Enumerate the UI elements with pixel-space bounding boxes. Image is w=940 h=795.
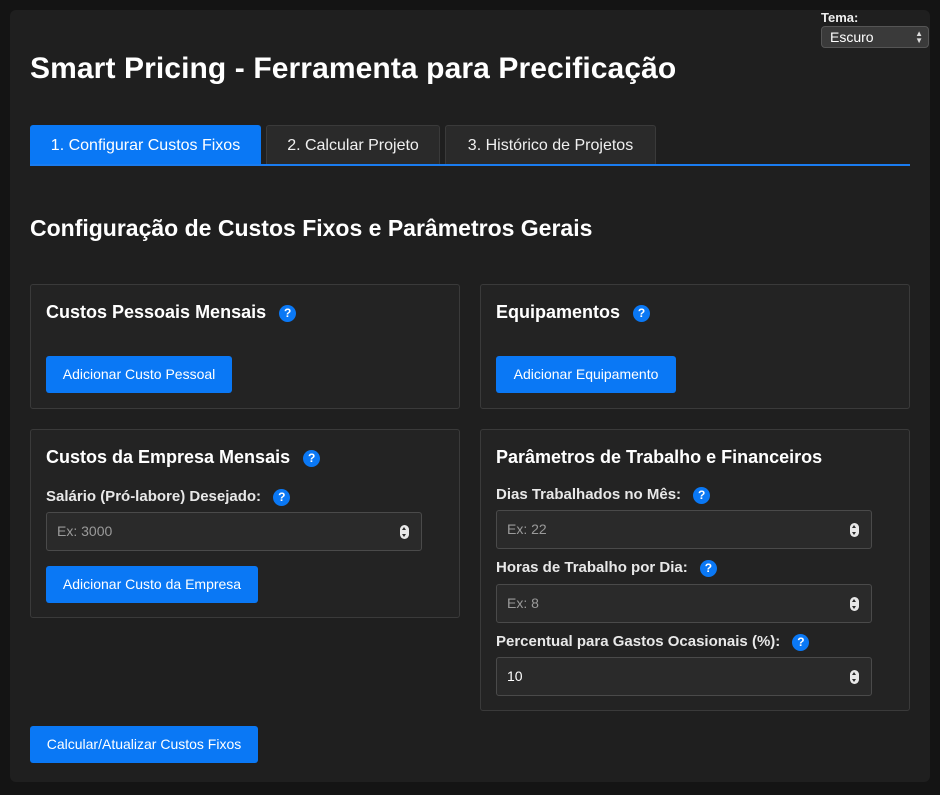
stepper-icon[interactable] <box>850 670 859 684</box>
help-icon[interactable]: ? <box>792 633 810 651</box>
help-icon[interactable]: ? <box>693 486 711 504</box>
parameters-title: Parâmetros de Trabalho e Financeiros <box>496 447 823 467</box>
parameters-card: Parâmetros de Trabalho e Financeiros Dia… <box>480 429 910 711</box>
tab-bar: 1. Configurar Custos Fixos 2. Calcular P… <box>30 125 910 166</box>
theme-select-value: Escuro <box>830 29 874 45</box>
company-costs-title-text: Custos da Empresa Mensais <box>46 447 291 467</box>
calculate-fixed-costs-button[interactable]: Calcular/Atualizar Custos Fixos <box>30 726 258 763</box>
hours-placeholder: Ex: 8 <box>507 595 539 611</box>
section-title: Configuração de Custos Fixos e Parâmetro… <box>30 215 593 241</box>
company-costs-card: Custos da Empresa Mensais ? Salário (Pró… <box>30 429 460 618</box>
page-title: Smart Pricing - Ferramenta para Precific… <box>30 52 677 85</box>
company-costs-title: Custos da Empresa Mensais ? <box>46 447 321 468</box>
equipment-title: Equipamentos ? <box>496 302 651 323</box>
salary-input[interactable]: Ex: 3000 <box>46 512 422 551</box>
salary-label-text: Salário (Pró-labore) Desejado: <box>46 488 262 505</box>
days-label-text: Dias Trabalhados no Mês: <box>496 486 682 503</box>
days-label: Dias Trabalhados no Mês: ? <box>496 486 711 504</box>
personal-costs-card: Custos Pessoais Mensais ? Adicionar Cust… <box>30 284 460 409</box>
help-icon[interactable]: ? <box>303 449 321 467</box>
days-placeholder: Ex: 22 <box>507 521 547 537</box>
stepper-icon[interactable] <box>400 525 409 539</box>
days-input[interactable]: Ex: 22 <box>496 510 872 549</box>
personal-costs-title-text: Custos Pessoais Mensais <box>46 302 267 322</box>
tab-project-history[interactable]: 3. Histórico de Projetos <box>445 125 656 164</box>
hours-input[interactable]: Ex: 8 <box>496 584 872 623</box>
salary-label: Salário (Pró-labore) Desejado: ? <box>46 488 291 506</box>
stepper-icon[interactable] <box>850 523 859 537</box>
add-personal-cost-button[interactable]: Adicionar Custo Pessoal <box>46 356 232 393</box>
theme-label: Tema: <box>821 10 859 25</box>
help-icon[interactable]: ? <box>699 559 717 577</box>
add-equipment-button[interactable]: Adicionar Equipamento <box>496 356 676 393</box>
occasional-input[interactable]: 10 <box>496 657 872 696</box>
tab-configure-fixed-costs[interactable]: 1. Configurar Custos Fixos <box>30 125 261 164</box>
stepper-icon[interactable] <box>850 597 859 611</box>
occasional-label-text: Percentual para Gastos Ocasionais (%): <box>496 633 781 650</box>
occasional-value: 10 <box>507 668 523 684</box>
salary-placeholder: Ex: 3000 <box>57 523 113 539</box>
equipment-card: Equipamentos ? Adicionar Equipamento <box>480 284 910 409</box>
theme-select[interactable]: Escuro ▲ ▼ <box>821 26 929 48</box>
tab-calculate-project[interactable]: 2. Calcular Projeto <box>266 125 440 164</box>
help-icon[interactable]: ? <box>273 488 291 506</box>
help-icon[interactable]: ? <box>633 304 651 322</box>
hours-label: Horas de Trabalho por Dia: ? <box>496 559 717 577</box>
personal-costs-title: Custos Pessoais Mensais ? <box>46 302 297 323</box>
help-icon[interactable]: ? <box>279 304 297 322</box>
equipment-title-text: Equipamentos <box>496 302 621 322</box>
theme-selector: Tema: Escuro ▲ ▼ <box>821 10 929 48</box>
select-arrows-icon: ▲ ▼ <box>915 29 923 45</box>
hours-label-text: Horas de Trabalho por Dia: <box>496 559 688 576</box>
add-company-cost-button[interactable]: Adicionar Custo da Empresa <box>46 566 258 603</box>
occasional-label: Percentual para Gastos Ocasionais (%): ? <box>496 633 810 651</box>
